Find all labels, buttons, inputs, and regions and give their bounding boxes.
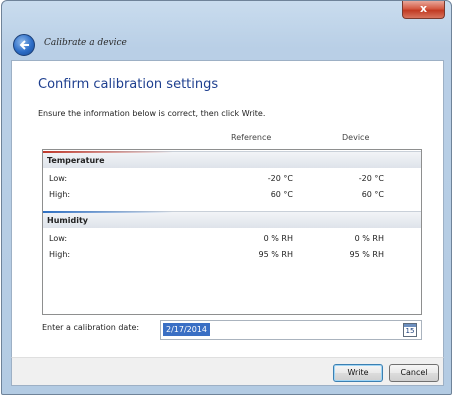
calendar-day: 15 <box>405 327 415 335</box>
group-label-temperature: Temperature <box>47 156 105 165</box>
back-button[interactable] <box>13 34 35 56</box>
row-label: High: <box>49 250 71 259</box>
device-value: 60 °C <box>361 190 384 199</box>
reference-value: 60 °C <box>270 190 293 199</box>
reference-value: 95 % RH <box>258 250 293 259</box>
row-label: High: <box>49 190 71 199</box>
content-panel: Confirm calibration settings Ensure the … <box>11 60 444 357</box>
calibration-date-input[interactable]: 2/17/2014 15 <box>160 320 422 340</box>
group-header-temperature: Temperature <box>43 151 421 168</box>
group-accent-humidity <box>43 211 173 213</box>
group-header-humidity: Humidity <box>43 211 421 228</box>
write-button[interactable]: Write <box>333 364 383 382</box>
window-title: Calibrate a device <box>44 38 127 48</box>
group-label-humidity: Humidity <box>47 216 88 225</box>
reference-value: -20 °C <box>267 174 293 183</box>
button-bar: Write Cancel <box>11 357 444 386</box>
instruction-text: Ensure the information below is correct,… <box>38 109 266 118</box>
date-value[interactable]: 2/17/2014 <box>163 323 211 336</box>
calibration-window: x Calibrate a device Confirm calibration… <box>1 0 452 395</box>
device-value: -20 °C <box>358 174 384 183</box>
date-label: Enter a calibration date: <box>42 323 140 332</box>
close-button[interactable]: x <box>402 1 445 19</box>
device-value: 95 % RH <box>349 250 384 259</box>
close-icon[interactable]: x <box>420 2 427 15</box>
device-value: 0 % RH <box>354 234 384 243</box>
group-accent-temperature <box>43 151 173 153</box>
calendar-icon[interactable]: 15 <box>403 323 417 337</box>
page-heading: Confirm calibration settings <box>38 77 219 92</box>
column-header-reference: Reference <box>231 133 272 142</box>
column-header-device: Device <box>342 133 370 142</box>
row-label: Low: <box>49 174 68 183</box>
row-label: Low: <box>49 234 68 243</box>
back-arrow-icon <box>19 40 29 50</box>
cancel-button[interactable]: Cancel <box>389 364 439 382</box>
reference-value: 0 % RH <box>263 234 293 243</box>
calibration-list[interactable]: Temperature Low: -20 °C -20 °C High: 60 … <box>42 149 422 315</box>
